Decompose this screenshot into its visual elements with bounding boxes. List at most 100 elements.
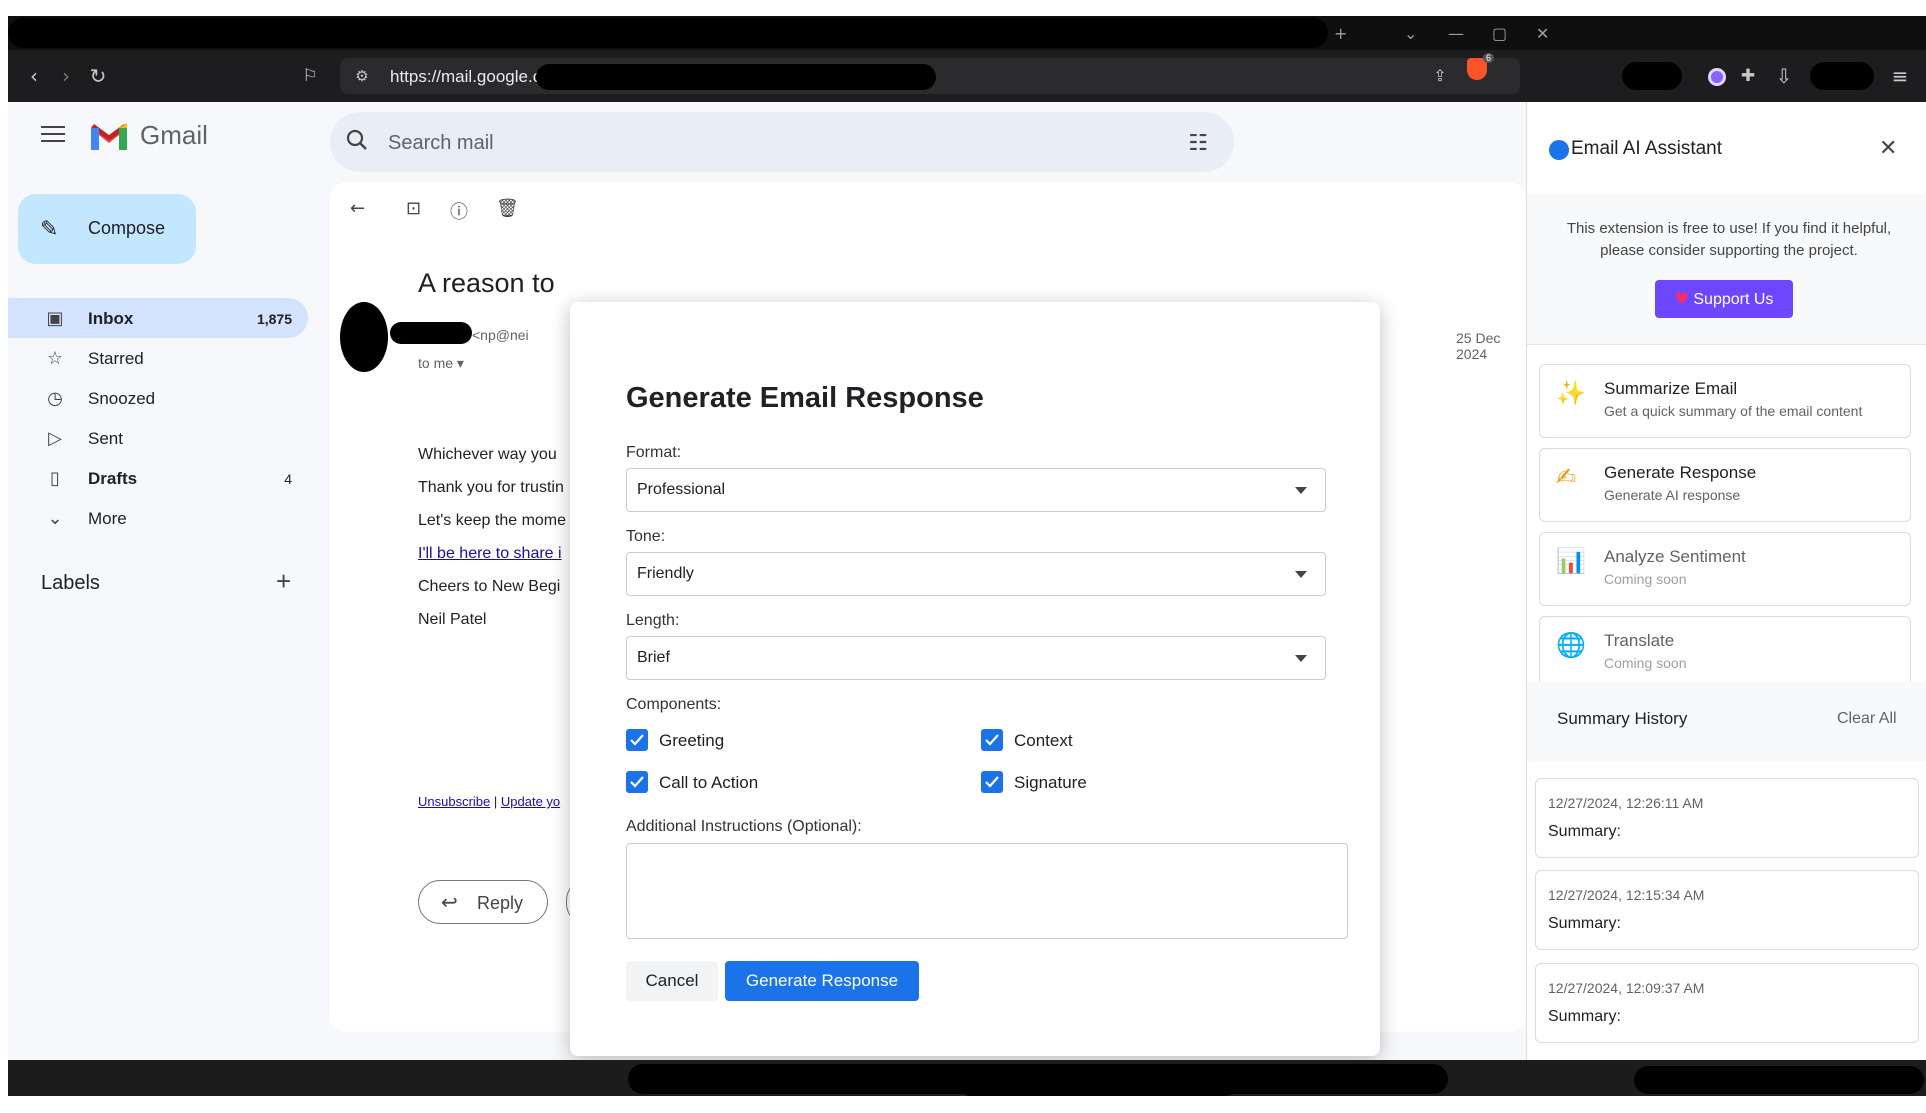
format-value: Professional	[637, 481, 726, 498]
extension-icon[interactable]	[1708, 68, 1726, 86]
feature-subtitle: Coming soon	[1604, 571, 1687, 587]
history-item[interactable]: 12/27/2024, 12:26:11 AM Summary:	[1535, 778, 1919, 858]
redaction-mark	[1810, 62, 1874, 90]
cancel-button[interactable]: Cancel	[626, 961, 718, 1001]
new-tab-button[interactable]: +	[1334, 24, 1347, 43]
archive-icon[interactable]: ⊡	[406, 198, 421, 219]
close-window-button[interactable]: ✕	[1536, 24, 1549, 43]
address-bar[interactable]: ⚙ https://mail.google.com/ ⇪	[340, 58, 1520, 94]
checkbox-checked-icon	[981, 729, 1003, 751]
feature-title: Generate Response	[1604, 463, 1757, 482]
gmail-logo	[91, 123, 127, 150]
instructions-label: Additional Instructions (Optional):	[626, 818, 862, 835]
translate-card[interactable]: 🌐 Translate Coming soon	[1539, 616, 1911, 690]
feature-title: Summarize Email	[1604, 379, 1738, 398]
search-options-icon[interactable]: ☷	[1188, 130, 1208, 156]
tab-search-icon[interactable]: ⌄	[1404, 24, 1417, 43]
email-signature: Neil Patel	[418, 611, 487, 628]
search-icon[interactable]	[346, 129, 368, 151]
generate-response-card[interactable]: ✍ Generate Response Generate AI response	[1539, 448, 1911, 522]
clear-all-button[interactable]: Clear All	[1837, 710, 1897, 728]
email-body-link[interactable]: I'll be here to share i	[418, 545, 562, 563]
forward-icon[interactable]: ›	[52, 62, 80, 90]
sidebar-item-starred[interactable]: ☆ Starred	[8, 338, 308, 378]
redaction-mark	[536, 64, 936, 90]
sidebar-item-drafts[interactable]: ▯ Drafts 4	[8, 458, 308, 498]
share-icon[interactable]: ⇪	[1426, 62, 1454, 90]
screen: + ⌄ — ▢ ✕ ‹ › ↻ ⚐ ⚙ https://mail.google.…	[8, 16, 1926, 1096]
summarize-email-card[interactable]: ✨ Summarize Email Get a quick summary of…	[1539, 364, 1911, 438]
browser-menu-icon[interactable]: ≡	[1886, 62, 1914, 90]
compose-button[interactable]: ✎ Compose	[18, 194, 196, 264]
history-item[interactable]: 12/27/2024, 12:09:37 AM Summary:	[1535, 963, 1919, 1043]
report-spam-icon[interactable]: ⓘ	[450, 198, 468, 224]
redaction-mark	[1634, 1066, 1924, 1094]
update-preferences-link[interactable]: Update yo	[501, 794, 560, 809]
support-us-button[interactable]: ♥ Support Us	[1655, 280, 1793, 318]
checkbox-label: Call to Action	[659, 773, 759, 792]
generate-response-button[interactable]: Generate Response	[725, 961, 919, 1001]
os-taskbar	[8, 1060, 1926, 1096]
tone-value: Friendly	[637, 565, 694, 582]
email-subject: A reason to	[418, 268, 555, 298]
extensions-puzzle-icon[interactable]: ✚	[1734, 62, 1762, 90]
format-label: Format:	[626, 444, 682, 461]
reply-button[interactable]: ↩ Reply	[418, 880, 548, 924]
sidebar-item-more[interactable]: ⌄ More	[8, 498, 308, 538]
sidebar-item-label: Inbox	[88, 309, 134, 328]
sidebar-item-inbox[interactable]: ▣ Inbox 1,875	[8, 298, 308, 338]
bookmark-icon[interactable]: ⚐	[296, 62, 324, 90]
sidebar-item-snoozed[interactable]: ◷ Snoozed	[8, 378, 308, 418]
length-label: Length:	[626, 612, 680, 629]
restore-button[interactable]: ▢	[1492, 24, 1507, 43]
history-summary: Summary:	[1548, 915, 1621, 932]
history-summary: Summary:	[1548, 823, 1621, 840]
support-label: Support Us	[1693, 291, 1774, 308]
support-promo	[1527, 194, 1926, 344]
checkbox-label: Greeting	[659, 731, 725, 750]
format-select[interactable]: Professional	[626, 468, 1326, 512]
add-label-button[interactable]: +	[276, 566, 291, 597]
length-value: Brief	[637, 649, 670, 666]
chevron-down-icon: ⌄	[47, 508, 63, 529]
history-item[interactable]: 12/27/2024, 12:15:34 AM Summary:	[1535, 870, 1919, 950]
delete-icon[interactable]: 🗑	[496, 198, 519, 219]
length-select[interactable]: Brief	[626, 636, 1326, 680]
unread-count: 1,875	[256, 311, 292, 327]
tone-select[interactable]: Friendly	[626, 552, 1326, 596]
feature-title: Analyze Sentiment	[1604, 547, 1746, 566]
close-icon[interactable]: ✕	[1879, 136, 1897, 161]
sender-avatar-redacted	[340, 302, 388, 372]
history-timestamp: 12/27/2024, 12:26:11 AM	[1548, 795, 1704, 811]
feature-subtitle: Coming soon	[1604, 655, 1687, 671]
checkbox-checked-icon	[626, 771, 648, 793]
instructions-textarea[interactable]	[626, 843, 1348, 939]
sparkles-icon: ✨	[1556, 379, 1586, 407]
checkbox-label: Signature	[1014, 773, 1087, 792]
redaction-mark	[1622, 62, 1682, 90]
dropdown-caret-icon	[1295, 487, 1307, 494]
site-info-icon[interactable]: ⚙	[348, 62, 376, 90]
gmail-wordmark: Gmail	[140, 120, 208, 150]
back-icon[interactable]: ‹	[20, 62, 48, 90]
main-menu-icon[interactable]	[41, 126, 65, 144]
analyze-sentiment-card[interactable]: 📊 Analyze Sentiment Coming soon	[1539, 532, 1911, 606]
download-icon[interactable]: ⇩	[1770, 62, 1798, 90]
redaction-mark	[958, 1070, 1238, 1096]
components-label: Components:	[626, 696, 722, 713]
divider	[1527, 344, 1926, 345]
clock-icon: ◷	[47, 388, 63, 409]
back-to-inbox-icon[interactable]: ←	[350, 198, 365, 219]
globe-icon: 🌐	[1556, 631, 1586, 659]
recipient-details[interactable]: to me ▾	[418, 355, 464, 372]
search-bar[interactable]: Search mail ☷	[330, 112, 1234, 172]
pencil-icon: ✎	[40, 216, 59, 241]
reload-icon[interactable]: ↻	[84, 62, 112, 90]
writing-hand-icon: ✍	[1556, 463, 1577, 491]
minimize-button[interactable]: —	[1448, 24, 1464, 43]
unsubscribe-link[interactable]: Unsubscribe	[418, 794, 490, 809]
email-body-line: Let's keep the mome	[418, 512, 567, 529]
search-input[interactable]: Search mail	[388, 132, 494, 155]
sidebar-item-sent[interactable]: ▷ Sent	[8, 418, 308, 458]
dropdown-caret-icon	[1295, 571, 1307, 578]
